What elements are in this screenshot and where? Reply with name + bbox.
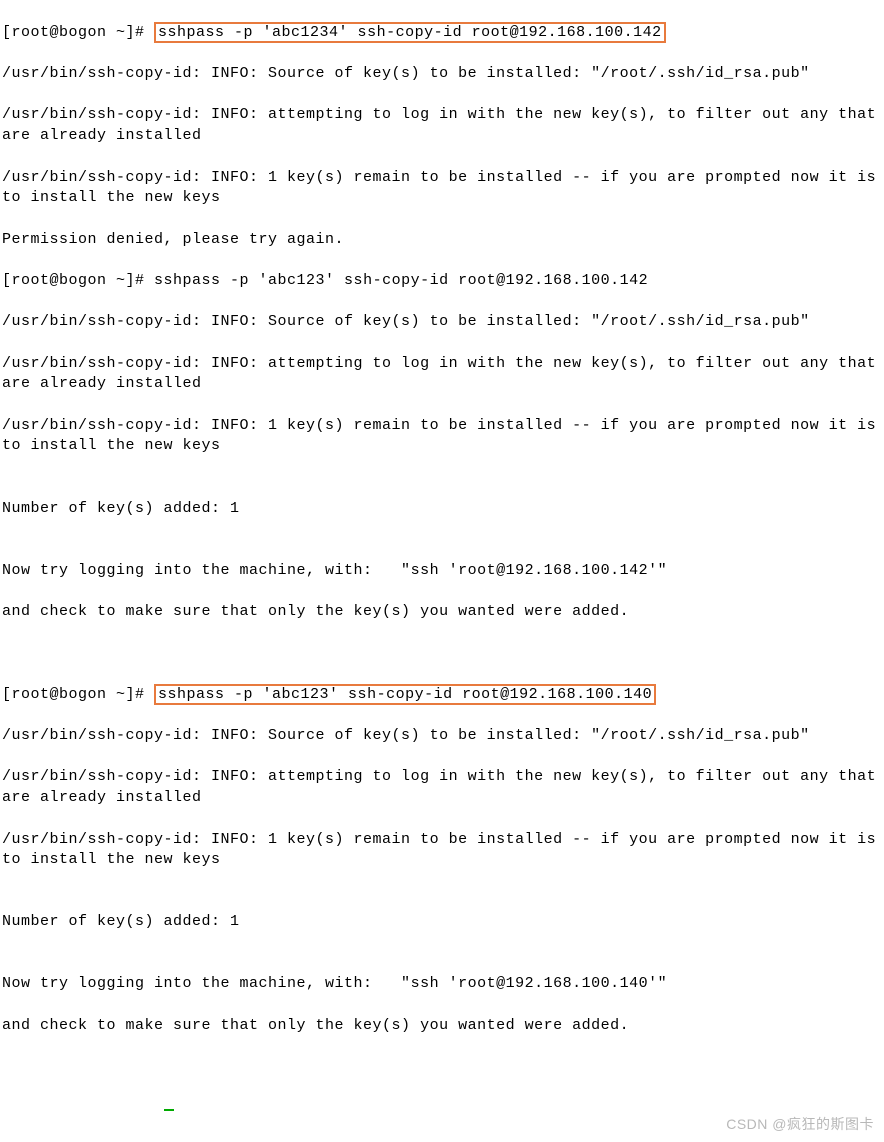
output-line: Permission denied, please try again. xyxy=(2,230,882,251)
output-line: /usr/bin/ssh-copy-id: INFO: attempting t… xyxy=(2,354,882,395)
output-line: /usr/bin/ssh-copy-id: INFO: 1 key(s) rem… xyxy=(2,416,882,457)
terminal-output: [root@bogon ~]# sshpass -p 'abc1234' ssh… xyxy=(2,2,882,1140)
command-line-3: [root@bogon ~]# sshpass -p 'abc123' ssh-… xyxy=(2,685,882,706)
output-line: Number of key(s) added: 1 xyxy=(2,499,882,520)
cursor-icon xyxy=(164,1109,174,1111)
output-line: Number of key(s) added: 1 xyxy=(2,912,882,933)
watermark-text: CSDN @疯狂的斯图卡 xyxy=(726,1115,874,1134)
output-line: Now try logging into the machine, with: … xyxy=(2,974,882,995)
command-line-2: [root@bogon ~]# sshpass -p 'abc123' ssh-… xyxy=(2,271,882,292)
output-line: and check to make sure that only the key… xyxy=(2,602,882,623)
output-line: /usr/bin/ssh-copy-id: INFO: Source of ke… xyxy=(2,312,882,333)
highlighted-command-1: sshpass -p 'abc1234' ssh-copy-id root@19… xyxy=(154,22,666,43)
shell-prompt: [root@bogon ~]# xyxy=(2,686,154,703)
shell-prompt: [root@bogon ~]# xyxy=(2,24,154,41)
output-line: /usr/bin/ssh-copy-id: INFO: Source of ke… xyxy=(2,726,882,747)
command-line-1: [root@bogon ~]# sshpass -p 'abc1234' ssh… xyxy=(2,23,882,44)
output-line: Now try logging into the machine, with: … xyxy=(2,561,882,582)
output-line: and check to make sure that only the key… xyxy=(2,1016,882,1037)
output-line: /usr/bin/ssh-copy-id: INFO: attempting t… xyxy=(2,767,882,808)
command-text: sshpass -p 'abc123' ssh-copy-id root@192… xyxy=(154,272,648,289)
output-line: /usr/bin/ssh-copy-id: INFO: 1 key(s) rem… xyxy=(2,830,882,871)
highlighted-command-2: sshpass -p 'abc123' ssh-copy-id root@192… xyxy=(154,684,656,705)
blank-line xyxy=(2,643,882,664)
output-line: /usr/bin/ssh-copy-id: INFO: 1 key(s) rem… xyxy=(2,168,882,209)
shell-prompt: [root@bogon ~]# xyxy=(2,272,154,289)
output-line: /usr/bin/ssh-copy-id: INFO: attempting t… xyxy=(2,105,882,146)
blank-line xyxy=(2,1057,882,1078)
output-line: /usr/bin/ssh-copy-id: INFO: Source of ke… xyxy=(2,64,882,85)
